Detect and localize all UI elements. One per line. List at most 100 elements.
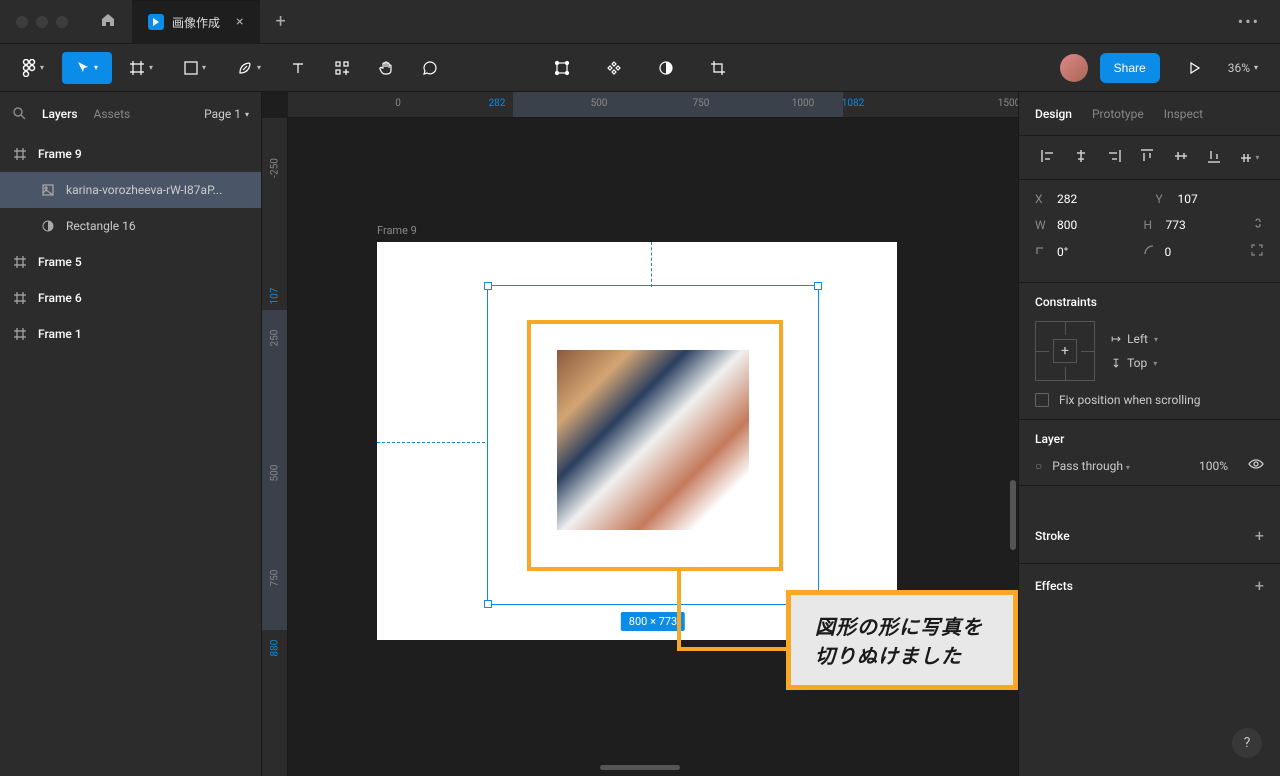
- resize-handle-sw[interactable]: [484, 600, 492, 608]
- radius-value[interactable]: 0: [1165, 245, 1172, 259]
- x-value[interactable]: 282: [1057, 192, 1077, 206]
- effects-section: Effects +: [1019, 564, 1280, 607]
- link-dimensions-icon[interactable]: [1252, 216, 1264, 233]
- resize-handle-ne[interactable]: [814, 282, 822, 290]
- transform-section: X282 Y107 W800 H773 0° 0: [1019, 180, 1280, 283]
- opacity-value[interactable]: 100%: [1199, 459, 1228, 473]
- frame-icon: [12, 328, 28, 340]
- prototype-tab[interactable]: Prototype: [1092, 107, 1144, 121]
- user-avatar[interactable]: [1060, 54, 1088, 82]
- blend-mode-select[interactable]: Pass through ▾: [1052, 459, 1130, 473]
- figma-menu[interactable]: ▾: [8, 52, 58, 84]
- y-value[interactable]: 107: [1178, 192, 1198, 206]
- crop-icon[interactable]: [698, 52, 738, 84]
- vertical-ruler: -2501072505007508801250: [262, 118, 288, 776]
- home-icon[interactable]: [84, 12, 132, 32]
- alignment-controls: ▾: [1019, 136, 1280, 180]
- align-center-h-icon[interactable]: [1073, 148, 1089, 168]
- rotation-value[interactable]: 0°: [1057, 245, 1068, 259]
- horizontal-ruler: 0282500750100010821500: [288, 92, 1018, 118]
- fix-position-checkbox[interactable]: [1035, 393, 1049, 407]
- rotation-icon: [1035, 244, 1049, 259]
- assets-tab[interactable]: Assets: [94, 107, 131, 121]
- mask-icon[interactable]: [646, 52, 686, 84]
- align-top-icon[interactable]: [1139, 148, 1155, 168]
- fix-position-label: Fix position when scrolling: [1059, 393, 1200, 407]
- image-icon: [40, 184, 56, 196]
- window-controls: [0, 16, 84, 28]
- align-right-icon[interactable]: [1106, 148, 1122, 168]
- constraint-v-select[interactable]: ↦Top▾: [1111, 356, 1158, 370]
- add-stroke-button[interactable]: +: [1255, 526, 1264, 545]
- layer-row[interactable]: Frame 9: [0, 136, 261, 172]
- titlebar: 画像作成 × + •••: [0, 0, 1280, 44]
- shape-tool[interactable]: ▾: [170, 52, 220, 84]
- zoom-level[interactable]: 36%▾: [1228, 61, 1258, 75]
- layer-row[interactable]: Frame 1: [0, 316, 261, 352]
- frame-icon: [12, 256, 28, 268]
- layer-row[interactable]: Frame 6: [0, 280, 261, 316]
- design-tab[interactable]: Design: [1035, 107, 1072, 121]
- align-center-v-icon[interactable]: [1173, 148, 1189, 168]
- present-icon[interactable]: [1174, 52, 1214, 84]
- document-tab[interactable]: 画像作成 ×: [132, 0, 260, 44]
- image-preview: [557, 350, 749, 530]
- move-tool[interactable]: ▾: [62, 52, 112, 84]
- component-icon[interactable]: [594, 52, 634, 84]
- mask-icon: [40, 220, 56, 232]
- dimensions-badge: 800 × 773: [621, 612, 685, 631]
- constraints-widget[interactable]: +: [1035, 321, 1095, 381]
- inspect-tab[interactable]: Inspect: [1164, 107, 1203, 121]
- pen-tool[interactable]: ▾: [224, 52, 274, 84]
- layer-section: Layer ○ Pass through ▾ 100%: [1019, 420, 1280, 486]
- canvas[interactable]: 0282500750100010821500 -2501072505007508…: [262, 92, 1018, 776]
- layer-name: Frame 1: [38, 327, 82, 341]
- share-button[interactable]: Share: [1100, 53, 1160, 83]
- horizontal-scrollbar[interactable]: [600, 765, 680, 770]
- layer-row[interactable]: karina-vorozheeva-rW-I87aP...: [0, 172, 261, 208]
- minimize-window[interactable]: [36, 16, 48, 28]
- vertical-scrollbar[interactable]: [1010, 480, 1016, 550]
- constraint-h-select[interactable]: ↦Left▾: [1111, 332, 1158, 346]
- frame-icon: [12, 292, 28, 304]
- align-bottom-icon[interactable]: [1206, 148, 1222, 168]
- layer-name: Rectangle 16: [66, 219, 136, 233]
- layer-name: Frame 9: [38, 147, 82, 161]
- comment-tool[interactable]: [410, 52, 450, 84]
- close-tab-icon[interactable]: ×: [236, 14, 243, 30]
- hand-tool[interactable]: [366, 52, 406, 84]
- constraints-section: Constraints + ↦Left▾ ↦Top▾ Fix position …: [1019, 283, 1280, 420]
- main-menu-icon[interactable]: •••: [1218, 12, 1280, 31]
- maximize-window[interactable]: [56, 16, 68, 28]
- align-left-icon[interactable]: [1040, 148, 1056, 168]
- layer-name: karina-vorozheeva-rW-I87aP...: [66, 183, 222, 197]
- annotation-highlight: [527, 320, 783, 571]
- close-window[interactable]: [16, 16, 28, 28]
- layer-row[interactable]: Frame 5: [0, 244, 261, 280]
- guide-line: [377, 442, 485, 443]
- independent-corners-icon[interactable]: [1250, 243, 1264, 260]
- toolbar: ▾ ▾ ▾ ▾ ▾ Share 36%▾: [0, 44, 1280, 92]
- radius-icon: [1143, 244, 1157, 259]
- add-effect-button[interactable]: +: [1255, 576, 1264, 595]
- layer-row[interactable]: Rectangle 16: [0, 208, 261, 244]
- frame-label[interactable]: Frame 9: [377, 224, 417, 237]
- visibility-icon[interactable]: [1248, 458, 1264, 473]
- new-tab-button[interactable]: +: [260, 11, 302, 32]
- layers-tab[interactable]: Layers: [42, 107, 78, 121]
- annotation-connector: [677, 647, 787, 651]
- height-value[interactable]: 773: [1166, 218, 1186, 232]
- search-icon[interactable]: [12, 106, 26, 123]
- page-selector[interactable]: Page 1▾: [204, 107, 249, 121]
- layer-name: Frame 6: [38, 291, 82, 305]
- edit-object-icon[interactable]: [542, 52, 582, 84]
- annotation-callout: 図形の形に写真を切りぬけました: [786, 590, 1018, 690]
- resize-handle-nw[interactable]: [484, 282, 492, 290]
- width-value[interactable]: 800: [1057, 218, 1077, 232]
- distribute-icon[interactable]: ▾: [1239, 151, 1259, 165]
- text-tool[interactable]: [278, 52, 318, 84]
- frame-tool[interactable]: ▾: [116, 52, 166, 84]
- resources-tool[interactable]: [322, 52, 362, 84]
- tab-title: 画像作成: [172, 14, 220, 31]
- help-button[interactable]: ?: [1232, 728, 1262, 758]
